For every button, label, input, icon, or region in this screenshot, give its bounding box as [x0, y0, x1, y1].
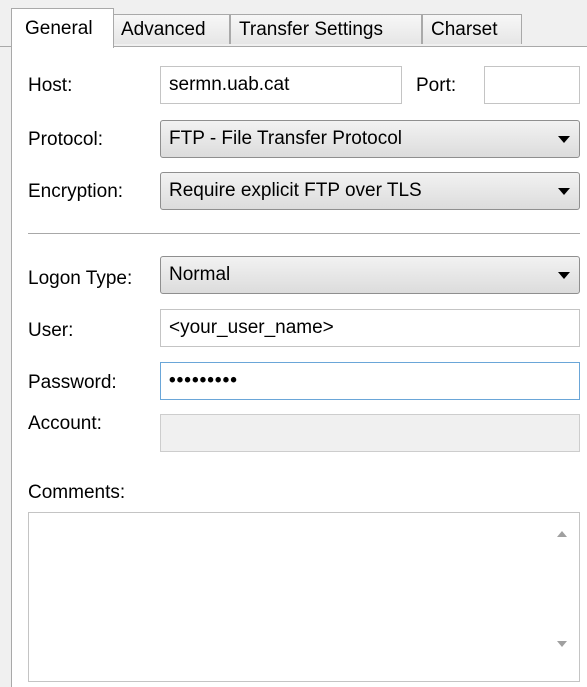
chevron-down-icon: [558, 188, 570, 195]
host-input[interactable]: sermn.uab.cat: [160, 66, 402, 104]
encryption-select[interactable]: Require explicit FTP over TLS: [160, 172, 580, 210]
comments-label: Comments:: [28, 482, 126, 503]
user-label: User:: [28, 320, 74, 341]
account-label: Account:: [28, 413, 102, 434]
tab-bar: General Advanced Transfer Settings Chars…: [0, 0, 587, 48]
port-label: Port:: [416, 75, 457, 96]
chevron-down-icon: [558, 272, 570, 279]
protocol-label: Protocol:: [28, 129, 103, 150]
encryption-label: Encryption:: [28, 181, 124, 202]
tab-general[interactable]: General: [11, 8, 114, 48]
separator: [28, 233, 580, 234]
user-input[interactable]: <your_user_name>: [160, 309, 580, 347]
password-label: Password:: [28, 372, 117, 393]
host-label: Host:: [28, 75, 73, 96]
user-value: <your_user_name>: [169, 317, 334, 338]
host-value: sermn.uab.cat: [169, 74, 290, 95]
logon-type-label: Logon Type:: [28, 268, 133, 289]
encryption-value: Require explicit FTP over TLS: [169, 180, 422, 201]
protocol-value: FTP - File Transfer Protocol: [169, 128, 402, 149]
comments-textarea[interactable]: [28, 512, 580, 682]
port-input[interactable]: [484, 66, 580, 104]
tab-advanced[interactable]: Advanced: [112, 14, 230, 44]
scroll-up-arrow-icon[interactable]: [557, 531, 567, 537]
password-input[interactable]: •••••••••: [160, 362, 580, 400]
tab-transfer-settings[interactable]: Transfer Settings: [230, 14, 422, 44]
tab-transfer-settings-label: Transfer Settings: [239, 19, 383, 40]
tab-advanced-label: Advanced: [121, 19, 206, 40]
account-input: [160, 414, 580, 452]
logon-type-select[interactable]: Normal: [160, 256, 580, 294]
tab-charset-label: Charset: [431, 19, 498, 40]
chevron-down-icon: [558, 136, 570, 143]
password-value: •••••••••: [169, 370, 238, 391]
tab-charset[interactable]: Charset: [422, 14, 522, 44]
tab-general-label: General: [25, 18, 93, 39]
logon-type-value: Normal: [169, 264, 231, 285]
scroll-down-arrow-icon[interactable]: [557, 641, 567, 647]
protocol-select[interactable]: FTP - File Transfer Protocol: [160, 120, 580, 158]
